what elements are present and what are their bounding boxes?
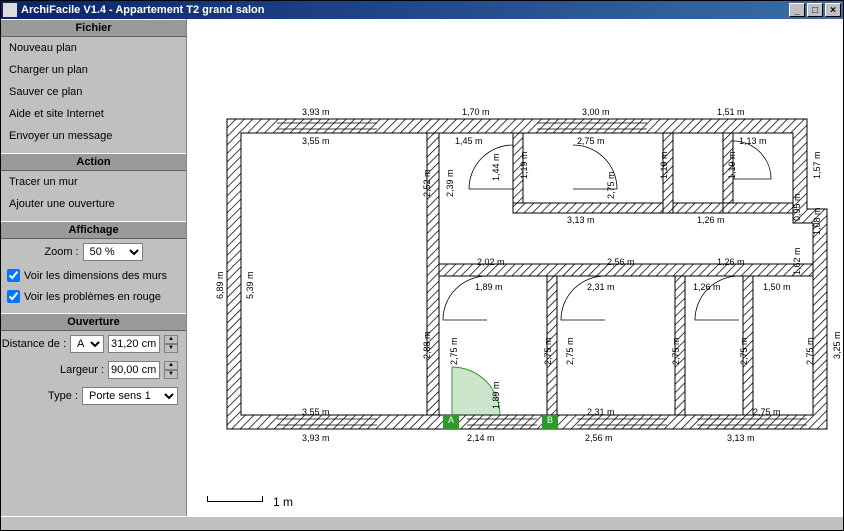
section-header-ouverture: Ouverture: [1, 313, 186, 331]
dim: 2,75 m: [753, 407, 781, 417]
dim: 6,89 m: [215, 271, 225, 299]
dim: 1,45 m: [455, 136, 483, 146]
status-bar: [1, 516, 843, 530]
close-button[interactable]: ×: [825, 3, 841, 17]
dim: 3,25 m: [832, 331, 842, 359]
dim: 3,93 m: [302, 107, 330, 117]
checkbox-problems-input[interactable]: [7, 290, 20, 303]
section-header-affichage: Affichage: [1, 221, 186, 239]
dim: 2,75 m: [449, 337, 459, 365]
menu-item-envoyer[interactable]: Envoyer un message: [1, 125, 186, 147]
marker-b[interactable]: B: [542, 415, 558, 429]
maximize-button[interactable]: □: [807, 3, 823, 17]
dim: 1,26 m: [717, 257, 745, 267]
dim: 2,31 m: [587, 282, 615, 292]
menu-item-nouveau-plan[interactable]: Nouveau plan: [1, 37, 186, 59]
distance-input[interactable]: [108, 335, 160, 353]
distance-label: Distance de :: [2, 338, 66, 350]
dim: 1,19 m: [659, 151, 669, 179]
dim: 1,51 m: [717, 107, 745, 117]
dim: 2,75 m: [805, 337, 815, 365]
dim: 2,02 m: [477, 257, 505, 267]
dim: 2,14 m: [467, 433, 495, 443]
checkbox-problems[interactable]: Voir les problèmes en rouge: [1, 286, 186, 307]
dim: 2,75 m: [671, 337, 681, 365]
dim: 1,26 m: [693, 282, 721, 292]
menu-item-ajouter-ouverture[interactable]: Ajouter une ouverture: [1, 193, 186, 215]
checkbox-dimensions[interactable]: Voir les dimensions des murs: [1, 265, 186, 286]
dim: 3,00 m: [582, 107, 610, 117]
dim: 2,52 m: [422, 169, 432, 197]
type-select[interactable]: Porte sens 1: [82, 387, 178, 405]
dim: 1,70 m: [462, 107, 490, 117]
checkbox-dimensions-input[interactable]: [7, 269, 20, 282]
dim: 1,26 m: [697, 215, 725, 225]
dim: 2,88 m: [422, 331, 432, 359]
dim: 2,56 m: [607, 257, 635, 267]
dim: 3,93 m: [302, 433, 330, 443]
dim: 1,89 m: [491, 381, 501, 409]
zoom-select[interactable]: 50 %: [83, 243, 143, 261]
dim: 3,13 m: [727, 433, 755, 443]
zoom-label: Zoom :: [44, 246, 78, 258]
dim: 1,57 m: [812, 151, 822, 179]
dim: 2,31 m: [587, 407, 615, 417]
largeur-spin-down[interactable]: ▼: [164, 370, 178, 379]
dim: 2,75 m: [565, 337, 575, 365]
largeur-label: Largeur :: [60, 364, 104, 376]
dim: 2,75 m: [739, 337, 749, 365]
menu-item-tracer-mur[interactable]: Tracer un mur: [1, 171, 186, 193]
distance-spin-up[interactable]: ▲: [164, 335, 178, 344]
app-icon: [3, 3, 17, 17]
dim: 2,75 m: [577, 136, 605, 146]
distance-ref-select[interactable]: A: [70, 335, 104, 353]
scale-bar: [207, 501, 263, 502]
distance-spin-down[interactable]: ▼: [164, 344, 178, 353]
dim: 1,89 m: [475, 282, 503, 292]
dim: 1,13 m: [739, 136, 767, 146]
dim: 1,62 m: [792, 247, 802, 275]
dim: 1,08 m: [812, 207, 822, 235]
largeur-spin-up[interactable]: ▲: [164, 361, 178, 370]
marker-a[interactable]: A: [443, 415, 459, 429]
minimize-button[interactable]: _: [789, 3, 805, 17]
dim: 1,19 m: [519, 151, 529, 179]
menu-item-charger-plan[interactable]: Charger un plan: [1, 59, 186, 81]
menu-item-sauver-plan[interactable]: Sauver ce plan: [1, 81, 186, 103]
window-title: ArchiFacile V1.4 - Appartement T2 grand …: [21, 4, 787, 16]
largeur-input[interactable]: [108, 361, 160, 379]
sidebar: Fichier Nouveau plan Charger un plan Sau…: [1, 19, 187, 516]
dim: 0,95 m: [792, 193, 802, 221]
menu-item-aide[interactable]: Aide et site Internet: [1, 103, 186, 125]
dim: 3,13 m: [567, 215, 595, 225]
dim: 2,75 m: [543, 337, 553, 365]
type-label: Type :: [48, 390, 78, 402]
dim: 5,39 m: [245, 271, 255, 299]
section-header-action: Action: [1, 153, 186, 171]
section-header-fichier: Fichier: [1, 19, 186, 37]
scale-label: 1 m: [273, 495, 293, 509]
dim: 3,55 m: [302, 407, 330, 417]
dim: 3,55 m: [302, 136, 330, 146]
dim: 1,50 m: [763, 282, 791, 292]
dim: 2,75 m: [606, 171, 616, 199]
window-titlebar: ArchiFacile V1.4 - Appartement T2 grand …: [1, 1, 843, 19]
dim: 2,39 m: [445, 169, 455, 197]
dim: 2,56 m: [585, 433, 613, 443]
dim: 1,19 m: [727, 151, 737, 179]
dim: 1,44 m: [491, 153, 501, 181]
canvas[interactable]: A B 3,93 m 1,70 m 3,00 m 1,51 m 3,55 m 1…: [187, 19, 843, 516]
